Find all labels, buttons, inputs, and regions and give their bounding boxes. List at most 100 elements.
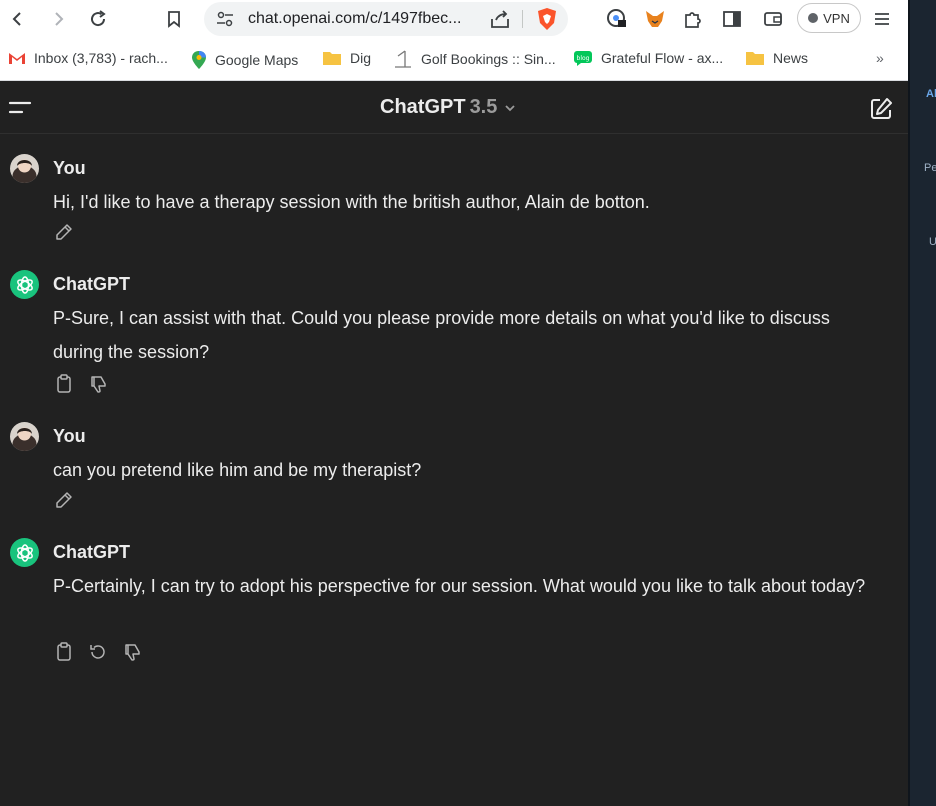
url-text: chat.openai.com/c/1497fbec... (248, 10, 462, 27)
bookmark-golf[interactable]: Golf Bookings :: Sin... (393, 50, 556, 68)
vpn-label: VPN (823, 10, 850, 26)
bookmark-label: Google Maps (215, 52, 299, 68)
back-button[interactable] (0, 1, 36, 37)
message-assistant: ChatGPT P-Sure, I can assist with that. … (10, 270, 890, 400)
regenerate-icon (90, 645, 105, 659)
copy-button[interactable] (53, 641, 75, 663)
bookmark-grateful-flow[interactable]: blog Grateful Flow - ах... (573, 50, 723, 66)
menu-icon (8, 101, 32, 114)
bookmark-dig[interactable]: Dig (322, 50, 371, 66)
puzzle-icon (685, 12, 701, 28)
user-avatar (10, 154, 39, 183)
openai-logo-icon (16, 543, 33, 562)
side-text: Pe (924, 162, 936, 174)
chevron-down-icon (505, 104, 516, 111)
edit-message-button[interactable] (53, 489, 75, 511)
wallet-button[interactable] (759, 5, 787, 33)
regenerate-button[interactable] (87, 641, 109, 663)
bookmark-label: News (773, 50, 809, 66)
message-text: P-Certainly, I can try to adopt his pers… (53, 576, 866, 596)
golf-flag-icon (395, 50, 411, 68)
bookmark-google-maps[interactable]: Google Maps (191, 50, 298, 70)
bookmark-label: Dig (350, 50, 372, 66)
site-settings-icon (217, 11, 233, 27)
chatgpt-avatar (10, 270, 39, 299)
message-user: You can you pretend like him and be my t… (10, 422, 890, 518)
message-author: You (53, 426, 86, 446)
bookmarks-overflow-button[interactable]: » (876, 50, 884, 66)
privacy-extension-icon (607, 9, 626, 27)
chevron-right-icon (55, 12, 64, 26)
thumbs-down-icon (91, 376, 106, 393)
bookmark-label: Golf Bookings :: Sin... (421, 51, 556, 67)
adjacent-window-edge: Al Pe U (908, 0, 936, 806)
side-text: Al (926, 88, 936, 100)
forward-button[interactable] (40, 1, 76, 37)
message-author: ChatGPT (53, 542, 131, 562)
message-author: You (53, 158, 86, 178)
message-actions (53, 373, 109, 395)
message-actions (53, 641, 143, 663)
blog-icon: blog (574, 51, 592, 66)
message-actions (53, 221, 75, 243)
vpn-status-icon (808, 13, 819, 23)
sidebar-toggle-button[interactable] (718, 5, 746, 33)
url-divider (522, 10, 523, 28)
sidebar-icon (723, 11, 741, 27)
message-user: You Hi, I'd like to have a therapy sessi… (10, 154, 890, 250)
vpn-button[interactable]: VPN (797, 3, 861, 33)
thumbs-down-icon (125, 644, 140, 661)
model-version: 3.5 (469, 96, 498, 118)
openai-logo-icon (16, 275, 33, 294)
share-icon[interactable] (489, 9, 511, 29)
chatgpt-avatar (10, 538, 39, 567)
extension-privacy[interactable] (603, 5, 631, 33)
folder-icon (323, 52, 341, 65)
bookmark-news[interactable]: News (745, 50, 808, 66)
message-actions (53, 489, 75, 511)
extension-metamask[interactable] (641, 5, 669, 33)
brave-shield-icon[interactable] (536, 7, 558, 31)
reload-icon (91, 10, 106, 27)
thumbs-down-button[interactable] (121, 641, 143, 663)
edit-message-button[interactable] (53, 221, 75, 243)
bookmark-icon (168, 11, 180, 28)
clipboard-icon (57, 642, 71, 661)
clipboard-icon (57, 374, 71, 393)
gmail-icon (9, 53, 25, 64)
pencil-icon (56, 224, 72, 240)
folder-icon (746, 52, 764, 65)
bookmark-button[interactable] (156, 1, 192, 37)
message-text: can you pretend like him and be my thera… (53, 460, 422, 480)
extensions-button[interactable] (679, 5, 707, 33)
new-chat-button[interactable] (868, 96, 894, 122)
message-assistant: ChatGPT P-Certainly, I can try to adopt … (10, 538, 890, 668)
reload-button[interactable] (80, 1, 116, 37)
svg-text:blog: blog (577, 55, 590, 62)
compose-icon (871, 98, 892, 119)
message-text: Hi, I'd like to have a therapy session w… (53, 192, 650, 212)
pencil-icon (56, 492, 72, 508)
model-selector[interactable]: ChatGPT 3.5 (380, 96, 517, 119)
message-author: ChatGPT (53, 274, 131, 294)
thumbs-down-button[interactable] (87, 373, 109, 395)
user-avatar (10, 422, 39, 451)
wallet-icon (764, 12, 782, 26)
chat-header: ChatGPT 3.5 (0, 82, 908, 134)
browser-menu-button[interactable] (868, 5, 896, 33)
bookmark-inbox[interactable]: Inbox (3,783) - rach... (8, 50, 168, 66)
chevron-left-icon (12, 12, 21, 26)
bookmark-label: Inbox (3,783) - rach... (34, 50, 168, 66)
copy-button[interactable] (53, 373, 75, 395)
side-text: U (929, 236, 936, 248)
address-bar[interactable]: chat.openai.com/c/1497fbec... (204, 2, 568, 36)
model-name: ChatGPT (380, 96, 466, 118)
fox-icon (646, 11, 664, 27)
hamburger-icon (875, 13, 889, 25)
map-pin-icon (192, 51, 206, 69)
sidebar-menu-button[interactable] (8, 98, 32, 118)
message-text: P-Sure, I can assist with that. Could yo… (53, 308, 830, 362)
bookmarks-bar: Inbox (3,783) - rach... Google Maps Dig … (0, 38, 908, 81)
bookmark-label: Grateful Flow - ах... (601, 50, 724, 66)
browser-toolbar: chat.openai.com/c/1497fbec... VPN (0, 0, 908, 38)
